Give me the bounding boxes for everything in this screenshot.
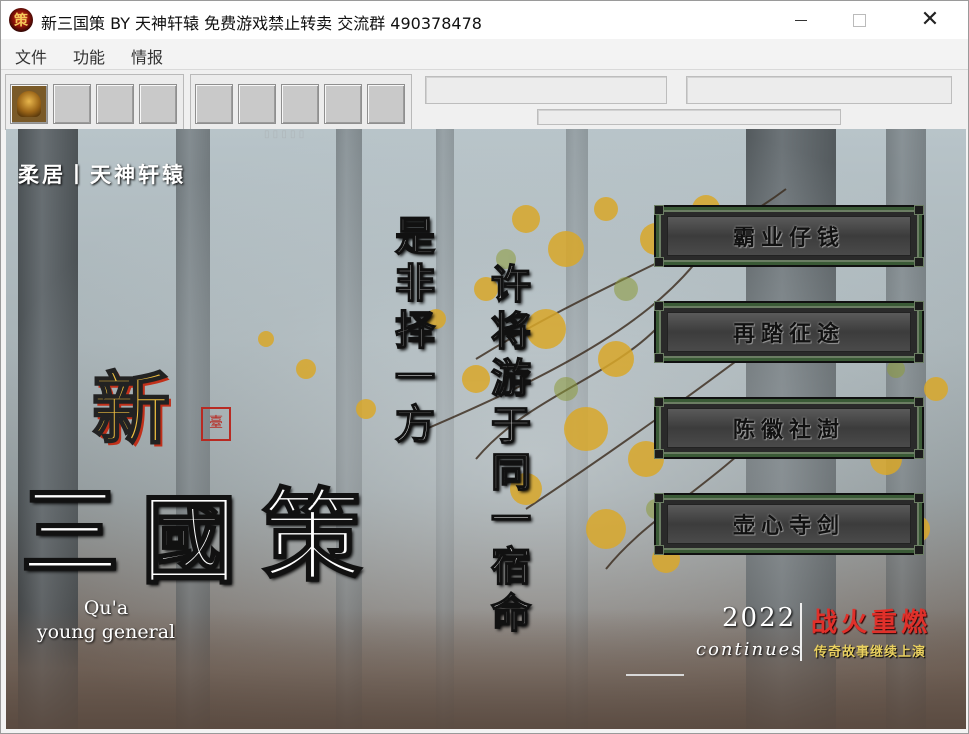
progress-field — [537, 109, 841, 125]
maximize-icon — [852, 13, 866, 27]
menu-intel[interactable]: 情报 — [131, 44, 163, 68]
status-field-1 — [425, 76, 667, 104]
toolbar — [1, 69, 968, 130]
button-corner — [914, 493, 924, 503]
logo-xin: 新 — [91, 363, 171, 456]
menu-button-new-game[interactable]: 霸业仔钱 — [654, 205, 924, 267]
tagline-char: 是 — [394, 212, 436, 261]
menu-button-settings[interactable]: 陈徽社澍 — [654, 397, 924, 459]
toolbar-group-1 — [5, 74, 184, 130]
button-corner — [914, 301, 924, 311]
year-label: 2022 — [722, 603, 797, 633]
status-field-2 — [686, 76, 952, 104]
logo-seal: 臺 — [201, 407, 231, 441]
toolbar-button-4[interactable] — [139, 84, 177, 124]
tagline-vertical-2: 许将游于同一宿命 — [486, 260, 536, 638]
button-corner — [914, 353, 924, 363]
warfire-title: 战火重燃 — [811, 608, 932, 638]
button-corner — [654, 205, 664, 215]
button-corner — [654, 397, 664, 407]
toolbar-button-9[interactable] — [367, 84, 405, 124]
continues-label: continues — [696, 639, 803, 660]
button-corner — [914, 545, 924, 555]
toolbar-button-5[interactable] — [195, 84, 233, 124]
button-corner — [654, 257, 664, 267]
menu-bar: 文件 功能 情报 — [1, 39, 968, 69]
subtitle-en-1: Qu'a — [83, 597, 129, 619]
tagline-char: 择 — [394, 306, 436, 355]
divider-line — [800, 603, 802, 661]
maximize-button[interactable] — [836, 1, 882, 39]
faded-watermark: ▯ ▯ ▯ ▯ ▯ — [264, 129, 305, 140]
button-corner — [654, 301, 664, 311]
button-corner — [914, 205, 924, 215]
toolbar-button-8[interactable] — [324, 84, 362, 124]
logo-san: 三 — [19, 472, 121, 592]
subtitle-en-2: young general — [36, 621, 176, 643]
button-corner — [914, 449, 924, 459]
minimize-button[interactable] — [778, 1, 824, 39]
tagline-char: 游 — [490, 354, 532, 403]
toolbar-button-2[interactable] — [53, 84, 91, 124]
tagline-char: 命 — [490, 589, 532, 638]
toolbar-button-3[interactable] — [96, 84, 134, 124]
menu-button-label: 霸业仔钱 — [667, 216, 911, 256]
logo-guo: 國 — [140, 483, 238, 598]
button-corner — [654, 449, 664, 459]
title-bar[interactable]: 策 新三国策 BY 天神轩辕 免费游戏禁止转卖 交流群 490378478 ✕ — [1, 1, 968, 39]
menu-function[interactable]: 功能 — [73, 44, 105, 68]
tagline-char: 一 — [490, 495, 532, 544]
tagline-char: 非 — [394, 259, 436, 308]
toolbar-group-2 — [190, 74, 412, 130]
close-button[interactable]: ✕ — [907, 1, 953, 39]
button-corner — [914, 397, 924, 407]
tagline-char: 一 — [394, 353, 436, 402]
tagline-char: 许 — [490, 260, 532, 309]
button-corner — [654, 545, 664, 555]
window-title: 新三国策 BY 天神轩辕 免费游戏禁止转卖 交流群 490378478 — [41, 14, 482, 33]
helmet-icon — [17, 91, 41, 117]
dash-line — [626, 674, 684, 676]
menu-button-continue[interactable]: 再踏征途 — [654, 301, 924, 363]
game-window: 策 新三国策 BY 天神轩辕 免费游戏禁止转卖 交流群 490378478 ✕ … — [0, 0, 969, 734]
title-screen: ▯ ▯ ▯ ▯ ▯ 柔居丨天神轩辕 新 臺 三 國 策 Qu'a young g… — [6, 129, 966, 729]
tagline-char: 于 — [490, 401, 532, 450]
tagline-char: 宿 — [490, 542, 532, 591]
menu-button-label: 再踏征途 — [667, 312, 911, 352]
tagline-char: 将 — [490, 307, 532, 356]
tagline-char: 方 — [394, 400, 436, 449]
menu-button-label: 陈徽社澍 — [667, 408, 911, 448]
close-icon: ✕ — [920, 7, 940, 32]
minimize-icon — [795, 19, 807, 21]
menu-file[interactable]: 文件 — [15, 44, 47, 68]
app-icon-glyph: 策 — [14, 13, 28, 29]
toolbar-button-general[interactable] — [10, 84, 48, 124]
button-corner — [654, 493, 664, 503]
app-icon[interactable]: 策 — [9, 8, 33, 32]
button-corner — [914, 257, 924, 267]
menu-button-exit[interactable]: 壶心寺剑 — [654, 493, 924, 555]
tagline-char: 同 — [490, 448, 532, 497]
logo-ce: 策 — [261, 476, 363, 596]
studio-label: 柔居丨天神轩辕 — [18, 162, 186, 187]
button-corner — [654, 353, 664, 363]
legend-tagline: 传奇故事继续上演 — [814, 645, 927, 660]
menu-button-label: 壶心寺剑 — [667, 504, 911, 544]
toolbar-button-7[interactable] — [281, 84, 319, 124]
tagline-vertical-1: 是非择一方 — [390, 212, 440, 449]
toolbar-button-6[interactable] — [238, 84, 276, 124]
